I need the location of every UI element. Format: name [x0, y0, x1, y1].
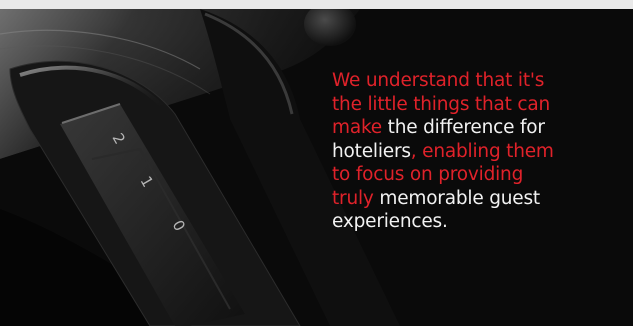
- tagline-line-2: the little things that can: [332, 93, 551, 115]
- tagline-line-6: truly memorable guest: [332, 187, 540, 209]
- promo-banner: 2 1 0 We understand that it's the little…: [0, 0, 633, 326]
- top-divider-strip: [0, 0, 633, 9]
- tagline-line-3: make the difference for: [332, 117, 545, 138]
- tagline-line-4: hoteliers, enabling them: [332, 140, 554, 162]
- tagline-line-1: We understand that it's: [332, 70, 545, 91]
- tagline-message: We understand that it's the little thing…: [332, 69, 622, 234]
- tagline-line-5: to focus on providing: [332, 164, 524, 185]
- tagline-line-7: experiences.: [332, 211, 448, 232]
